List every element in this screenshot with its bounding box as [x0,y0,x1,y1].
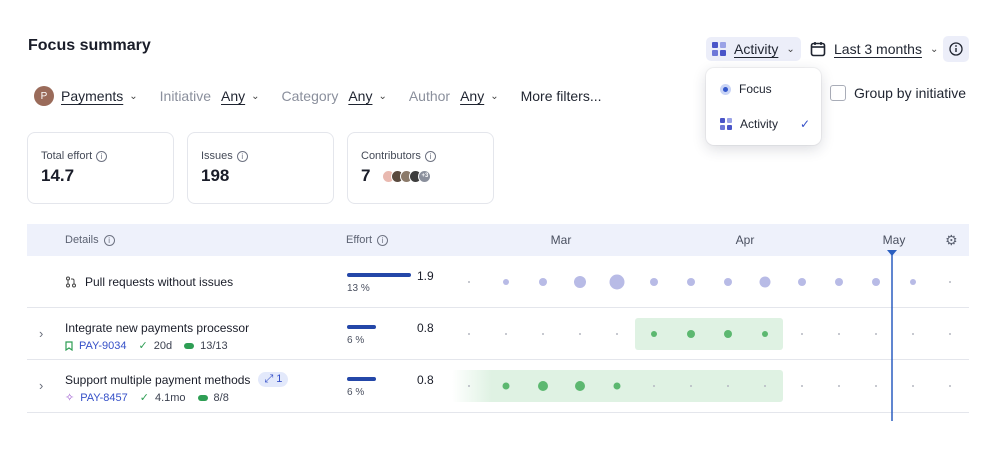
view-menu: Focus Activity ✓ [706,68,821,145]
issues-label: Issues [201,150,233,162]
table-row[interactable]: › Support multiple payment methods ⤢ 1 ✧… [27,360,969,413]
progress-count: 13/13 [200,339,228,352]
contributors-value: 7 [361,166,371,185]
pull-request-icon [66,276,76,288]
group-by-checkbox[interactable] [830,85,846,101]
group-by-initiative-toggle[interactable]: Group by initiative [830,85,966,101]
duration: 4.1mo [154,391,186,404]
details-header: Details [65,234,99,246]
activity-grid-icon [720,118,732,130]
calendar-icon [810,42,826,57]
chevron-down-icon: ⌄ [251,90,260,102]
table-row[interactable]: Pull requests without issues 13 % 1.9 [27,256,969,308]
issues-card: Issues i 198 [187,132,334,204]
contributor-avatars[interactable]: +3 [382,169,432,183]
row-title: Integrate new payments processor [65,321,250,335]
sparkle-icon: ✧ [65,392,75,404]
info-button[interactable] [943,36,969,62]
info-icon[interactable]: i [424,150,436,162]
activity-grid-icon [712,42,726,56]
total-effort-label: Total effort [41,150,93,162]
more-contributors-badge: +3 [418,169,432,183]
team-avatar: P [34,86,54,106]
info-icon[interactable]: i [103,234,115,246]
effort-header: Effort [346,234,373,246]
menu-item-label: Focus [739,82,772,96]
effort-value: 0.8 [417,373,434,387]
row-title: Pull requests without issues [85,275,234,289]
progress-pill [197,394,208,401]
bookmark-icon [65,340,73,351]
menu-item-label: Activity [740,117,779,131]
initiative-filter-label: Initiative [159,88,211,104]
chevron-right-icon[interactable]: › [39,378,43,393]
date-range-label: Last 3 months [834,41,922,57]
contributors-card: Contributors i 7 +3 [347,132,494,204]
page-title: Focus summary [28,37,151,54]
chevron-down-icon: ⌄ [378,90,387,102]
issues-value: 198 [201,166,230,185]
filter-bar: P Payments ⌄ Initiative Any ⌄ Category A… [34,85,602,107]
gear-icon[interactable]: ⚙ [945,232,958,249]
effort-percent: 6 % [347,387,365,398]
effort-value: 0.8 [417,321,434,335]
progress-pill [184,342,195,349]
view-selector-label: Activity [734,41,779,57]
progress-count: 8/8 [213,391,229,404]
contributors-label: Contributors [361,150,421,162]
info-icon[interactable]: i [377,234,389,246]
table-row[interactable]: › Integrate new payments processor PAY-9… [27,308,969,360]
check-icon: ✓ [799,117,810,131]
effort-value: 1.9 [417,269,434,283]
chevron-down-icon: ⌄ [490,90,499,102]
more-filters-button[interactable]: More filters... [521,88,602,104]
linked-count: 1 [276,373,283,385]
duration: 20d [153,339,173,352]
info-icon[interactable]: i [236,150,248,162]
chevron-down-icon: ⌄ [129,90,138,102]
chevron-right-icon[interactable]: › [39,326,43,341]
effort-percent: 13 % [347,283,370,294]
team-filter[interactable]: Payments [61,88,123,104]
table-header: Details i Effort i Mar Apr May ⚙ [27,224,969,256]
chevron-down-icon: ⌄ [929,43,939,55]
effort-bar [347,377,376,381]
total-effort-card: Total effort i 14.7 [27,132,174,204]
group-by-label: Group by initiative [854,85,967,101]
author-filter[interactable]: Any [460,88,484,104]
issue-key[interactable]: PAY-9034 [79,340,127,352]
focus-icon [720,83,731,95]
check-icon: ✓ [138,340,148,352]
effort-percent: 6 % [347,335,365,346]
menu-item-activity[interactable]: Activity ✓ [720,117,810,131]
row-title: Support multiple payment methods [65,372,251,387]
linked-issues-badge[interactable]: ⤢ 1 [258,372,289,387]
view-selector[interactable]: Activity ⌄ [706,37,801,61]
month-label: May [882,233,906,247]
check-icon: ✓ [139,392,149,404]
initiative-filter[interactable]: Any [221,88,245,104]
info-icon[interactable]: i [96,150,108,162]
info-icon [949,42,963,56]
effort-bar [347,273,411,277]
month-label: Apr [735,233,755,247]
issue-key[interactable]: PAY-8457 [80,392,128,404]
category-filter[interactable]: Any [348,88,372,104]
effort-bar [347,325,376,329]
menu-item-focus[interactable]: Focus [720,82,810,96]
category-filter-label: Category [281,88,339,104]
author-filter-label: Author [408,88,451,104]
month-label: Mar [550,233,572,247]
chevron-down-icon: ⌄ [786,43,795,55]
total-effort-value: 14.7 [41,166,75,185]
date-range-selector[interactable]: Last 3 months ⌄ [810,37,938,61]
